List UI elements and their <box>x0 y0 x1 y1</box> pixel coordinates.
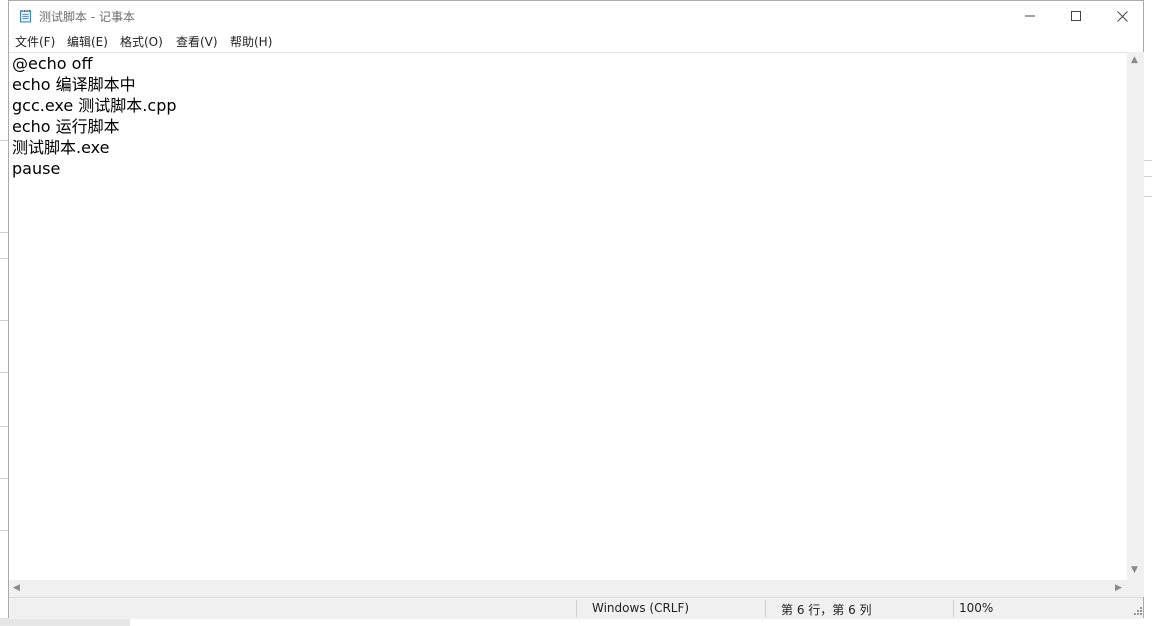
scroll-right-icon[interactable]: ▶ <box>1115 584 1122 593</box>
notepad-window: 测试脚本 - 记事本 文件(F) 编辑(E) 格式(O) 查看(V) 帮助(H)… <box>8 0 1144 619</box>
scroll-left-icon[interactable]: ◀ <box>13 584 20 593</box>
maximize-icon <box>1071 11 1081 21</box>
vertical-scrollbar[interactable]: ▲ ▼ <box>1127 52 1144 580</box>
notepad-icon <box>20 10 31 23</box>
window-title: 测试脚本 - 记事本 <box>39 10 135 24</box>
editor-line: 测试脚本.exe <box>12 138 110 157</box>
editor-line: @echo off <box>12 54 93 73</box>
scroll-up-icon[interactable]: ▲ <box>1131 56 1138 65</box>
minimize-icon <box>1025 15 1035 17</box>
menu-help[interactable]: 帮助(H) <box>230 33 272 50</box>
maximize-button[interactable] <box>1053 1 1099 31</box>
status-separator <box>953 600 954 617</box>
resize-grip-icon[interactable] <box>1133 605 1143 617</box>
status-zoom: 100% <box>959 601 994 615</box>
status-line-ending: Windows (CRLF) <box>592 601 690 615</box>
menu-file[interactable]: 文件(F) <box>15 33 55 50</box>
status-separator <box>765 600 766 617</box>
text-editor[interactable]: @echo off echo 编译脚本中 gcc.exe 测试脚本.cpp ec… <box>9 52 1127 581</box>
background-window-bottom <box>0 618 1152 626</box>
status-bar: Windows (CRLF) 第 6 行，第 6 列 100% <box>9 597 1143 619</box>
horizontal-scrollbar[interactable]: ◀ ▶ <box>9 580 1127 597</box>
menu-format[interactable]: 格式(O) <box>120 33 163 50</box>
editor-line: echo 编译脚本中 <box>12 75 136 94</box>
title-bar[interactable]: 测试脚本 - 记事本 <box>9 1 1143 31</box>
background-window-right <box>1144 0 1152 626</box>
close-button[interactable] <box>1099 1 1145 31</box>
editor-line: pause <box>12 159 61 178</box>
status-cursor-position: 第 6 行，第 6 列 <box>781 603 872 617</box>
menu-bar: 文件(F) 编辑(E) 格式(O) 查看(V) 帮助(H) <box>9 31 1143 51</box>
scrollbar-corner <box>1127 580 1144 597</box>
status-separator <box>576 600 577 617</box>
minimize-button[interactable] <box>1007 1 1053 31</box>
menu-view[interactable]: 查看(V) <box>176 33 218 50</box>
menu-edit[interactable]: 编辑(E) <box>67 33 108 50</box>
close-icon <box>1116 10 1128 22</box>
editor-line: gcc.exe 测试脚本.cpp <box>12 96 177 115</box>
editor-line: echo 运行脚本 <box>12 117 120 136</box>
scroll-down-icon[interactable]: ▼ <box>1131 566 1138 575</box>
